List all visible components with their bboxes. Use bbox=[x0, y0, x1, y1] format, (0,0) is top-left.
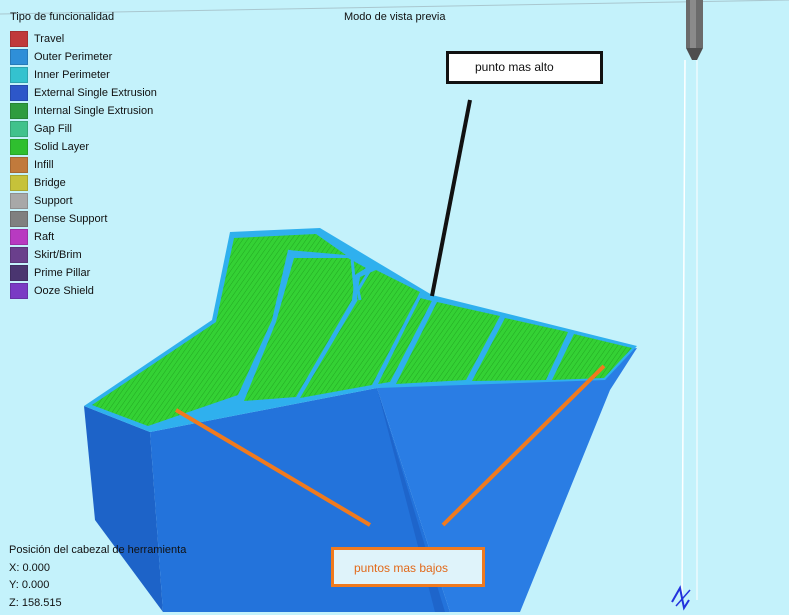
legend-item: Prime Pillar bbox=[10, 264, 157, 282]
build-volume-edge bbox=[681, 59, 686, 601]
legend-item: Travel bbox=[10, 30, 157, 48]
legend-item: Support bbox=[10, 192, 157, 210]
legend-swatch bbox=[10, 31, 28, 47]
tool-position-panel: Posición del cabezal de herramienta X: 0… bbox=[9, 542, 186, 612]
legend-swatch bbox=[10, 193, 28, 209]
legend-item: Inner Perimeter bbox=[10, 66, 157, 84]
legend-swatch bbox=[10, 103, 28, 119]
highest-point-arrow bbox=[430, 99, 472, 297]
legend-item: Ooze Shield bbox=[10, 282, 157, 300]
legend-item: Skirt/Brim bbox=[10, 246, 157, 264]
nozzle-icon bbox=[686, 0, 703, 60]
highest-point-annotation: punto mas alto bbox=[446, 51, 603, 84]
tool-position-title: Posición del cabezal de herramienta bbox=[9, 544, 187, 556]
legend-swatch bbox=[10, 211, 28, 227]
legend-label: Dense Support bbox=[34, 213, 108, 225]
legend-swatch bbox=[10, 247, 28, 263]
axis-indicator-icon bbox=[671, 585, 690, 611]
view-mode-label: Modo de vista previa bbox=[344, 11, 446, 23]
legend-label: Raft bbox=[34, 231, 55, 243]
tool-position-z: Z: 158.515 bbox=[9, 596, 62, 609]
legend-swatch bbox=[10, 229, 28, 245]
legend-item: Raft bbox=[10, 228, 157, 246]
legend-label: Solid Layer bbox=[34, 141, 90, 153]
legend-label: Gap Fill bbox=[34, 123, 72, 135]
tool-position-y: Y: 0.000 bbox=[9, 579, 50, 591]
legend-swatch bbox=[10, 49, 28, 65]
legend-label: Prime Pillar bbox=[34, 267, 91, 279]
legend-label: Outer Perimeter bbox=[34, 51, 113, 63]
legend-label: Skirt/Brim bbox=[34, 249, 82, 261]
legend-item: Bridge bbox=[10, 174, 157, 192]
legend-item: Gap Fill bbox=[10, 120, 157, 138]
legend-swatch bbox=[10, 283, 28, 299]
legend-label: Travel bbox=[34, 33, 65, 45]
legend-swatch bbox=[10, 175, 28, 191]
legend-label: Internal Single Extrusion bbox=[34, 105, 154, 117]
tool-position-x: X: 0.000 bbox=[9, 561, 50, 574]
lowest-points-annotation: puntos mas bajos bbox=[331, 547, 485, 587]
legend-swatch bbox=[10, 265, 28, 281]
legend-swatch bbox=[10, 85, 28, 101]
legend-title: Tipo de funcionalidad bbox=[10, 11, 115, 23]
legend-label: Support bbox=[34, 195, 73, 207]
legend-label: Ooze Shield bbox=[34, 285, 94, 297]
legend-label: Inner Perimeter bbox=[34, 69, 110, 81]
legend-item: External Single Extrusion bbox=[10, 84, 157, 102]
legend-swatch bbox=[10, 139, 28, 155]
legend-label: External Single Extrusion bbox=[34, 87, 157, 99]
legend-swatch bbox=[10, 67, 28, 83]
legend-item: Internal Single Extrusion bbox=[10, 102, 157, 120]
legend-label: Infill bbox=[34, 159, 54, 171]
legend-swatch bbox=[10, 157, 28, 173]
legend-item: Infill bbox=[10, 156, 157, 174]
legend-item: Solid Layer bbox=[10, 138, 157, 156]
feature-legend: Travel Outer Perimeter Inner Perimeter Exte… bbox=[10, 30, 157, 300]
legend-swatch bbox=[10, 121, 28, 137]
legend-item: Dense Support bbox=[10, 210, 157, 228]
legend-item: Outer Perimeter bbox=[10, 48, 157, 66]
legend-label: Bridge bbox=[34, 177, 66, 189]
